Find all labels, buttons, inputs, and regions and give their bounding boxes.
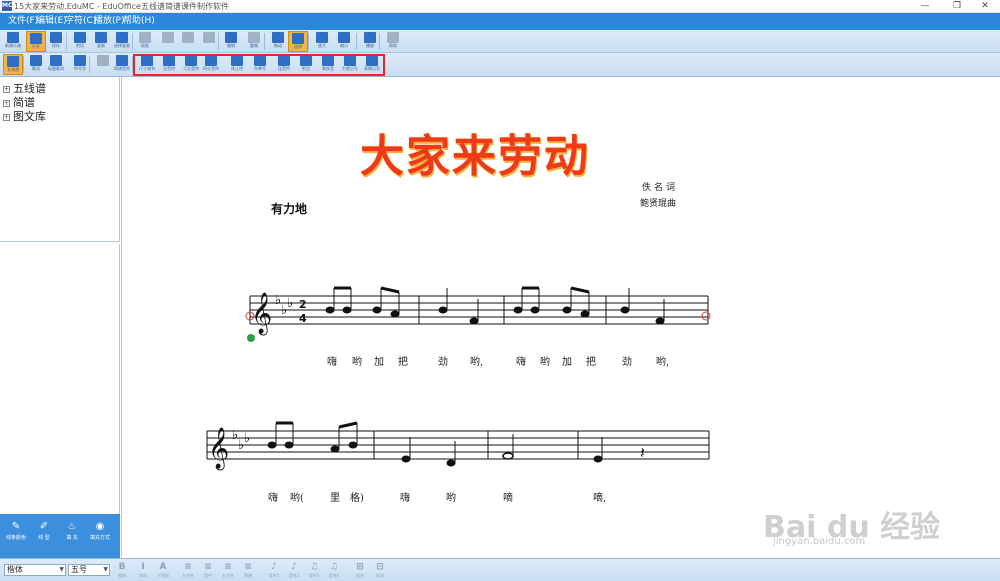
key-signature-flats[interactable]: ♭♭ ♭ xyxy=(232,428,250,453)
staff-system-2 xyxy=(206,430,710,460)
lyric-syllable[interactable]: 格) xyxy=(350,489,364,504)
lyric-syllable[interactable]: 嗨 xyxy=(268,489,278,504)
format-button-label: 右对齐 xyxy=(222,573,234,578)
format-button-label: 取消 xyxy=(376,573,384,578)
lyric-syllable[interactable]: 哟 xyxy=(540,353,550,368)
svg-text:♭: ♭ xyxy=(244,431,250,446)
quarter-rest-icon[interactable]: 𝄽 xyxy=(640,443,645,462)
format-button-label: 音符2 xyxy=(288,573,300,578)
format-button-7[interactable]: ♪ 音符1 xyxy=(266,562,282,579)
music-staff-svg[interactable]: 𝄞 ♭♭ ♭ 24 𝄞 ♭♭ ♭ 𝄽 xyxy=(0,0,1000,558)
format-button-label: 居中 xyxy=(204,573,212,578)
text-format-bar: 楷体 ▼ 五号 ▼ B 粗体 I 斜体 A 下划线 ≡ 左对齐 ≡ 居中 ≡ 右对齐 ≡ 两端 ♪ 音符1 ♪ 音符2… xyxy=(0,558,1000,581)
format-glyph-icon: ≡ xyxy=(184,562,192,572)
font-size-select[interactable]: 五号 ▼ xyxy=(68,564,110,576)
format-glyph-icon: ♫ xyxy=(309,562,319,572)
format-button-8[interactable]: ♪ 音符2 xyxy=(286,562,302,579)
svg-text:4: 4 xyxy=(299,312,307,325)
lyric-syllable[interactable]: 哟, xyxy=(656,353,669,368)
lyric-syllable[interactable]: 劲 xyxy=(438,353,448,368)
format-button-label: 左对齐 xyxy=(182,573,194,578)
format-button-4[interactable]: ≡ 居中 xyxy=(200,562,216,579)
lyric-syllable[interactable]: 嗨 xyxy=(400,489,410,504)
watermark-url: jingyan.baidu.com xyxy=(773,536,866,547)
format-button-12[interactable]: ⊟ 取消 xyxy=(372,562,388,579)
chevron-down-icon[interactable]: ▼ xyxy=(59,565,64,575)
format-glyph-icon: ≡ xyxy=(204,562,212,572)
lyric-syllable[interactable]: 嗨 xyxy=(516,353,526,368)
format-glyph-icon: B xyxy=(118,562,126,572)
format-button-label: 音符1 xyxy=(268,573,280,578)
svg-text:2: 2 xyxy=(299,298,307,311)
font-family-select[interactable]: 楷体 ▼ xyxy=(4,564,66,576)
staff-system-1 xyxy=(249,295,709,325)
format-button-3[interactable]: ≡ 左对齐 xyxy=(180,562,196,579)
lyric-syllable[interactable]: 嗨 xyxy=(327,353,337,368)
svg-text:♭: ♭ xyxy=(287,296,293,311)
lyric-syllable[interactable]: 嘀 xyxy=(503,489,513,504)
treble-clef-icon[interactable]: 𝄞 xyxy=(208,427,229,470)
lyric-syllable[interactable]: 嘀, xyxy=(593,489,606,504)
selection-handle-right[interactable] xyxy=(701,311,711,321)
format-button-1[interactable]: I 斜体 xyxy=(135,562,151,579)
lyric-syllable[interactable]: 哟, xyxy=(470,353,483,368)
format-button-10[interactable]: ♫ 音符4 xyxy=(326,562,342,579)
lyric-syllable[interactable]: 加 xyxy=(374,353,384,368)
format-glyph-icon: ♪ xyxy=(291,562,297,572)
format-glyph-icon: ≡ xyxy=(224,562,232,572)
format-button-9[interactable]: ♫ 音符3 xyxy=(306,562,322,579)
format-button-6[interactable]: ≡ 两端 xyxy=(240,562,256,579)
lyric-syllable[interactable]: 哟( xyxy=(290,489,304,504)
lyric-syllable[interactable]: 把 xyxy=(398,353,408,368)
format-glyph-icon: ⊟ xyxy=(376,562,384,572)
key-signature-flats[interactable]: ♭♭ ♭ xyxy=(275,293,293,318)
chevron-down-icon[interactable]: ▼ xyxy=(103,565,108,575)
lyric-syllable[interactable]: 哟 xyxy=(352,353,362,368)
lyric-syllable[interactable]: 劲 xyxy=(622,353,632,368)
format-button-label: 音符4 xyxy=(328,573,340,578)
font-size-value: 五号 xyxy=(71,565,87,574)
format-button-label: 斜体 xyxy=(139,573,147,578)
staff-marker-icon[interactable] xyxy=(247,334,255,342)
font-family-value: 楷体 xyxy=(7,565,23,574)
format-glyph-icon: ⊞ xyxy=(356,562,364,572)
format-glyph-icon: ♪ xyxy=(271,562,277,572)
treble-clef-icon[interactable]: 𝄞 xyxy=(251,292,272,335)
format-button-11[interactable]: ⊞ 组合 xyxy=(352,562,368,579)
format-glyph-icon: A xyxy=(159,562,167,572)
lyric-syllable[interactable]: 加 xyxy=(562,353,572,368)
format-button-0[interactable]: B 粗体 xyxy=(114,562,130,579)
format-glyph-icon: ≡ xyxy=(244,562,252,572)
format-glyph-icon: I xyxy=(141,562,145,572)
lyric-syllable[interactable]: 里 xyxy=(330,489,340,504)
format-button-label: 音符3 xyxy=(308,573,320,578)
notes-system-1[interactable] xyxy=(325,286,665,325)
format-glyph-icon: ♫ xyxy=(329,562,339,572)
format-button-5[interactable]: ≡ 右对齐 xyxy=(220,562,236,579)
time-signature[interactable]: 24 xyxy=(299,298,307,325)
format-button-label: 下划线 xyxy=(157,573,169,578)
format-button-label: 两端 xyxy=(244,573,252,578)
format-button-label: 粗体 xyxy=(118,573,126,578)
lyric-syllable[interactable]: 把 xyxy=(586,353,596,368)
format-button-2[interactable]: A 下划线 xyxy=(155,562,171,579)
format-button-label: 组合 xyxy=(356,573,364,578)
lyric-syllable[interactable]: 哟 xyxy=(446,489,456,504)
